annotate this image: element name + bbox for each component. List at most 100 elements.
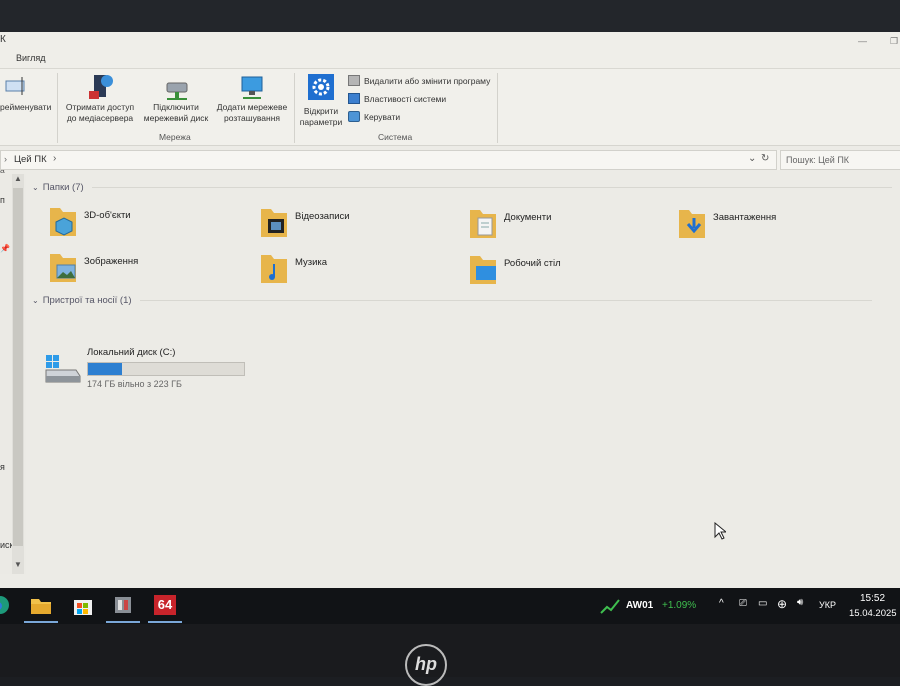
settings-gear-icon (297, 73, 345, 103)
downloads-folder-icon (679, 210, 705, 238)
group-label-system: Система (378, 132, 413, 142)
stock-change[interactable]: +1.09% (662, 600, 696, 611)
meet-now-icon[interactable]: ⎚ (739, 598, 747, 609)
network-location-icon (214, 73, 290, 99)
ribbon-separator (294, 73, 295, 143)
rename-button[interactable]: рейменувати (0, 73, 52, 113)
add-network-label-2: розташування (224, 113, 280, 123)
title-bar: К — ❐ (0, 32, 900, 48)
map-drive-label-1: Підключити (153, 102, 199, 112)
screen-bezel-top (0, 0, 900, 32)
pictures-folder-icon (50, 254, 76, 282)
chevron-down-icon[interactable]: ⌄ (748, 153, 756, 164)
microsoft-store-icon[interactable] (66, 591, 100, 621)
media-server-button[interactable]: Отримати доступ до медіасервера (62, 73, 138, 124)
folder-item[interactable]: Зображення (48, 250, 248, 290)
uninstall-label: Видалити або змінити програму (364, 75, 491, 86)
chevron-right-icon: › (4, 154, 7, 164)
folder-label: 3D-об'єкти (84, 210, 131, 221)
uninstall-icon (348, 75, 360, 86)
folders-group-header[interactable]: ⌄ Папки (7) (32, 182, 892, 193)
aida64-icon[interactable]: 64 (148, 591, 182, 623)
folder-item[interactable]: Документи (468, 206, 668, 246)
media-server-icon (62, 73, 138, 99)
folder-label: Музика (295, 257, 328, 268)
folder-item[interactable]: Робочий стіл (468, 252, 668, 292)
desktop-app-icon[interactable] (106, 591, 140, 623)
content-area: ⌄ Папки (7) 3D-об'єкти Відеозаписи Докум… (30, 174, 900, 588)
nav-item-fragment[interactable]: п (0, 195, 5, 205)
manage-label: Керувати (364, 111, 401, 122)
stock-name[interactable]: AW01 (626, 600, 653, 611)
network-drive-icon (138, 73, 214, 100)
window-title: К (0, 34, 6, 45)
system-properties-button[interactable]: Властивості системи (348, 93, 446, 104)
network-globe-icon[interactable]: ⊕ (777, 597, 787, 611)
scroll-down-icon[interactable]: ▼ (14, 560, 22, 569)
screen-bezel-bottom: hp (0, 624, 900, 686)
refresh-icon[interactable]: ↻ (761, 153, 769, 164)
map-drive-label-2: мережевий диск (143, 113, 209, 123)
address-bar[interactable]: › Цей ПК › ⌄ ↻ (0, 150, 777, 170)
battery-icon[interactable]: ▭ (758, 598, 767, 609)
aida64-label: 64 (154, 595, 176, 615)
system-properties-label: Властивості системи (364, 93, 447, 104)
pin-icon: 📌 (0, 244, 10, 253)
collapse-chevron-icon[interactable]: ⌄ (32, 183, 39, 192)
rename-icon (0, 73, 52, 99)
nav-scrollbar[interactable]: ▲ ▼ (12, 174, 24, 574)
devices-group-label: Пристрої та носії (1) (42, 295, 132, 306)
stock-chart-icon (600, 599, 620, 614)
minimize-button[interactable]: — (858, 36, 868, 46)
folder-label: Зображення (84, 256, 139, 267)
folder-item[interactable]: 3D-об'єкти (48, 204, 248, 244)
show-hidden-icons-icon[interactable]: ^ (719, 598, 724, 609)
3d-objects-folder-icon (50, 208, 76, 236)
path-chevron-icon[interactable]: › (53, 153, 56, 164)
clock-time[interactable]: 15:52 (860, 593, 885, 604)
ribbon-separator (57, 73, 58, 143)
drive-usage-fill (88, 363, 123, 375)
folder-item[interactable]: Відеозаписи (259, 205, 459, 245)
search-input[interactable]: Пошук: Цей ПК (780, 150, 900, 170)
drive-name: Локальний диск (C:) (87, 347, 176, 358)
folder-item[interactable]: Завантаження (677, 206, 877, 246)
input-language[interactable]: УКР (819, 600, 836, 610)
volume-icon[interactable]: 🔊︎ (797, 597, 803, 608)
folder-item[interactable]: Музика (259, 251, 459, 291)
open-settings-button[interactable]: Відкрити параметри (297, 73, 345, 128)
documents-folder-icon (470, 210, 496, 238)
map-drive-button[interactable]: Підключити мережевий диск (138, 73, 214, 124)
local-disk-c[interactable]: Локальний диск (C:) 174 ГБ вільно з 223 … (44, 344, 254, 390)
folder-label: Завантаження (713, 212, 777, 223)
file-explorer-taskbar-icon[interactable] (24, 591, 58, 623)
taskbar: 64 AW01 +1.09% ^ ⎚ ▭ ⊕ 🔊︎ УКР 15:52 15.0… (0, 588, 900, 624)
add-network-location-button[interactable]: Додати мережеве розташування (214, 73, 290, 124)
tab-view[interactable]: Вигляд (16, 53, 46, 63)
edge-browser-icon[interactable] (0, 592, 12, 622)
folders-group-label: Папки (7) (42, 182, 84, 193)
group-divider (139, 300, 872, 301)
maximize-button[interactable]: ❐ (890, 36, 900, 46)
clock-date[interactable]: 15.04.2025 (849, 608, 897, 619)
open-settings-label-2: параметри (299, 117, 343, 127)
hp-logo: hp (405, 644, 447, 686)
manage-icon (348, 111, 360, 122)
folder-label: Робочий стіл (504, 258, 561, 269)
scroll-up-icon[interactable]: ▲ (14, 174, 22, 183)
media-server-label-2: до медіасервера (66, 113, 134, 123)
open-settings-label-1: Відкрити (303, 106, 339, 116)
rename-label: рейменувати (0, 102, 52, 112)
manage-button[interactable]: Керувати (348, 111, 400, 122)
ribbon: рейменувати а Отримати доступ до медіасе… (0, 69, 900, 175)
ribbon-separator (497, 73, 498, 143)
file-explorer-window: К — ❐ Вигляд рейменувати а Отримати дост… (0, 32, 900, 588)
uninstall-program-button[interactable]: Видалити або змінити програму (348, 75, 490, 86)
scroll-thumb[interactable] (13, 188, 23, 546)
nav-item-fragment[interactable]: я (0, 462, 5, 472)
search-placeholder: Пошук: Цей ПК (786, 155, 850, 165)
desktop-folder-icon (470, 256, 496, 284)
add-network-label-1: Додати мережеве (216, 102, 288, 112)
devices-group-header[interactable]: ⌄ Пристрої та носії (1) (32, 295, 872, 306)
collapse-chevron-icon[interactable]: ⌄ (32, 296, 39, 305)
